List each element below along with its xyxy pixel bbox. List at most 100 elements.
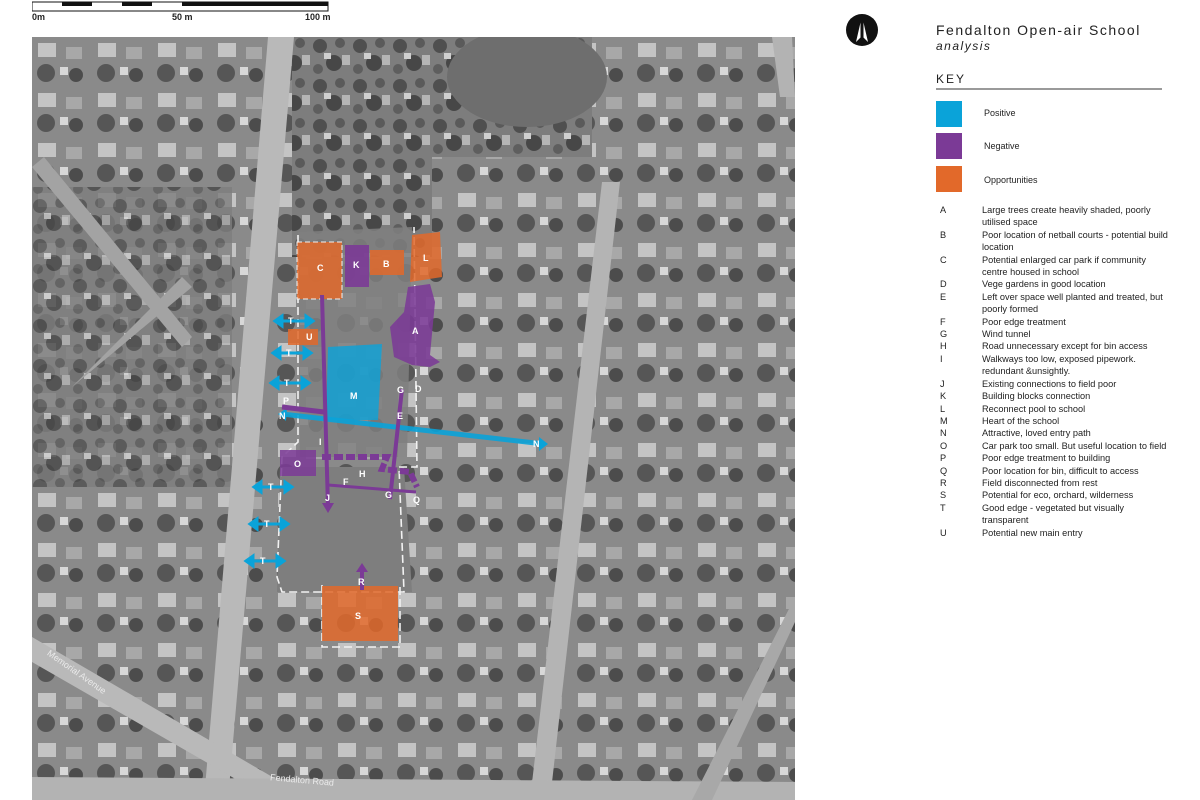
legend-text: Reconnect pool to school — [982, 403, 1086, 414]
legend-text: Road unnecessary except for bin access — [982, 341, 1148, 352]
swatch-positive — [936, 101, 962, 127]
legend-text: Attractive, loved entry path — [982, 428, 1091, 439]
north-arrow-icon — [844, 12, 880, 48]
page-subtitle: analysis — [936, 39, 992, 53]
legend-text: Existing connections to field poor — [982, 378, 1117, 389]
legend-text: Heart of the school — [982, 415, 1060, 426]
marker-g2: G — [385, 490, 392, 500]
legend-text: Poor location for bin, difficult to acce… — [982, 465, 1139, 476]
legend-letter: T — [940, 502, 946, 513]
map-graphic: C K B L A U M G D E P N N I O H F G Q J … — [32, 37, 795, 800]
legend-letter: N — [940, 428, 947, 439]
key-label-negative: Negative — [984, 141, 1020, 151]
key-divider — [936, 88, 1162, 90]
marker-l: L — [423, 253, 429, 263]
legend-text: Potential enlarged car park if community… — [982, 254, 1146, 278]
legend-item-m: M Heart of the school — [940, 415, 1170, 427]
marker-u: U — [306, 332, 313, 342]
legend-text: Walkways too low, exposed pipework. redu… — [982, 353, 1136, 377]
marker-b: B — [383, 259, 390, 269]
legend-letter: B — [940, 229, 947, 240]
swatch-opportunities — [936, 166, 962, 192]
marker-t1: T — [288, 316, 294, 326]
marker-g1: G — [397, 385, 404, 395]
legend-item-l: L Reconnect pool to school — [940, 403, 1170, 415]
legend-letter: Q — [940, 465, 948, 476]
scale-label-50: 50 m — [172, 12, 193, 22]
legend-item-e: E Left over space well planted and treate… — [940, 291, 1170, 316]
legend-letter: J — [940, 378, 945, 389]
marker-h: H — [359, 469, 366, 479]
marker-t5: T — [264, 519, 270, 529]
legend-item-p: P Poor edge treatment to building — [940, 452, 1170, 464]
legend-item-h: H Road unnecessary except for bin access — [940, 340, 1170, 352]
marker-e: E — [397, 411, 403, 421]
aerial-map[interactable]: C K B L A U M G D E P N N I O H F G Q J … — [32, 37, 795, 800]
legend-item-r: R Field disconnected from rest — [940, 477, 1170, 489]
legend-item-s: S Potential for eco, orchard, wilderness — [940, 489, 1170, 501]
legend-text: Good edge - vegetated but visually trans… — [982, 502, 1124, 526]
key-label-positive: Positive — [984, 108, 1016, 118]
scale-label-100: 100 m — [305, 12, 331, 22]
legend-text: Vege gardens in good location — [982, 279, 1106, 290]
page-title: Fendalton Open-air School — [936, 22, 1141, 38]
legend-text: Car park too small. But useful location … — [982, 440, 1167, 451]
swatch-negative — [936, 133, 962, 159]
legend-item-j: J Existing connections to field poor — [940, 378, 1170, 390]
legend-letter: F — [940, 316, 946, 327]
marker-q: Q — [413, 495, 420, 505]
legend-item-i: I Walkways too low, exposed pipework. red… — [940, 353, 1170, 378]
legend-item-f: F Poor edge treatment — [940, 316, 1170, 328]
zone-u[interactable] — [288, 329, 318, 345]
legend-letter: H — [940, 341, 947, 352]
zone-m[interactable] — [326, 344, 382, 420]
legend-item-g: G Wind tunnel — [940, 328, 1170, 340]
legend-letter: K — [940, 391, 947, 402]
marker-o: O — [294, 459, 301, 469]
key-heading: KEY — [936, 72, 967, 86]
legend-item-t: T Good edge - vegetated but visually tran… — [940, 502, 1170, 527]
key-label-opportunities: Opportunities — [984, 175, 1038, 185]
legend-text: Potential new main entry — [982, 527, 1083, 538]
legend-item-k: K Building blocks connection — [940, 390, 1170, 402]
scale-label-0: 0m — [32, 12, 46, 22]
legend-text: Potential for eco, orchard, wilderness — [982, 490, 1134, 501]
legend-letter: C — [940, 254, 947, 265]
marker-f: F — [343, 477, 349, 487]
legend-letter: D — [940, 279, 947, 290]
marker-t3: T — [284, 378, 290, 388]
legend-text: Large trees create heavily shaded, poorl… — [982, 205, 1151, 228]
legend-letter: S — [940, 490, 947, 501]
legend-letter: E — [940, 291, 947, 302]
legend-letter: I — [940, 353, 943, 364]
legend-item-c: C Potential enlarged car park if communit… — [940, 254, 1170, 279]
legend-text: Left over space well planted and treated… — [982, 291, 1163, 315]
legend-item-q: Q Poor location for bin, difficult to acc… — [940, 465, 1170, 477]
legend-item-o: O Car park too small. But useful location… — [940, 440, 1170, 452]
legend-letter: M — [940, 415, 948, 426]
legend-letter: G — [940, 329, 948, 340]
marker-d: D — [415, 384, 422, 394]
legend-letter: A — [940, 205, 947, 215]
legend-text: Poor edge treatment to building — [982, 453, 1111, 464]
legend-letter: R — [940, 477, 947, 488]
legend-letter: U — [940, 527, 947, 538]
marker-a: A — [412, 326, 419, 336]
legend-item-a: A Large trees create heavily shaded, poor… — [940, 204, 1170, 229]
legend-letter: P — [940, 453, 947, 464]
legend-item-n: N Attractive, loved entry path — [940, 427, 1170, 439]
marker-n2: N — [533, 439, 540, 449]
marker-j: J — [325, 493, 330, 503]
marker-k: K — [353, 260, 360, 270]
legend-letter: O — [940, 440, 948, 451]
marker-p: P — [283, 396, 289, 406]
marker-t6: T — [260, 556, 266, 566]
legend-item-d: D Vege gardens in good location — [940, 278, 1170, 290]
legend-text: Poor edge treatment — [982, 316, 1066, 327]
marker-r: R — [358, 577, 365, 587]
legend-letter: L — [940, 403, 946, 414]
legend-text: Building blocks connection — [982, 391, 1091, 402]
marker-t4: T — [268, 482, 274, 492]
legend-text: Poor location of netball courts - potent… — [982, 229, 1168, 253]
legend-item-b: B Poor location of netball courts - poten… — [940, 229, 1170, 254]
